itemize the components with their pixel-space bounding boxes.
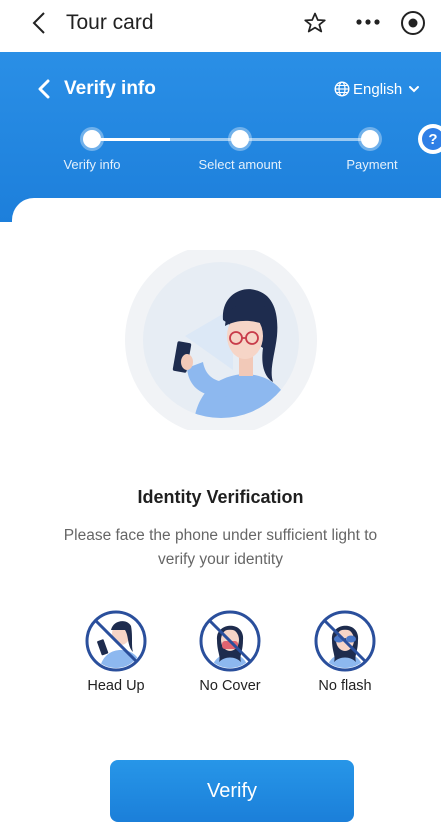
header-title: Verify info xyxy=(64,78,156,99)
face-scan-illustration xyxy=(125,250,317,430)
step-dot-verify-info xyxy=(83,130,101,148)
step-dot-payment xyxy=(361,130,379,148)
progress-track-done xyxy=(92,138,170,141)
verification-description: Please face the phone under sufficient l… xyxy=(63,527,378,568)
record-target-icon xyxy=(401,11,425,35)
tip-label-head-up: Head Up xyxy=(87,678,145,694)
help-button[interactable]: ? xyxy=(418,124,441,154)
favorite-button[interactable] xyxy=(300,8,330,38)
verify-button[interactable]: Verify xyxy=(110,760,354,822)
header-back-icon[interactable] xyxy=(37,79,51,99)
step-label-select-amount: Select amount xyxy=(198,157,282,172)
tip-label-no-flash: No flash xyxy=(318,678,372,694)
page-title: Tour card xyxy=(66,11,154,34)
no-head-down-icon xyxy=(85,610,147,672)
verification-tips: Head Up No Cover No flash xyxy=(0,610,441,710)
tip-label-no-cover: No Cover xyxy=(199,678,261,694)
close-miniapp-button[interactable] xyxy=(398,8,428,38)
globe-icon xyxy=(334,81,350,97)
progress-steps: Verify info Select amount Payment ? xyxy=(0,124,441,184)
chevron-left-icon xyxy=(32,12,45,34)
no-face-cover-icon xyxy=(199,610,261,672)
language-selector[interactable]: English xyxy=(334,77,420,101)
more-dots-icon xyxy=(356,19,380,25)
no-flash-glasses-icon xyxy=(314,610,376,672)
tip-no-flash: No flash xyxy=(290,610,400,694)
more-button[interactable] xyxy=(346,6,390,38)
step-dot-select-amount xyxy=(231,130,249,148)
step-label-verify-info: Verify info xyxy=(63,157,121,172)
help-icon: ? xyxy=(422,128,441,150)
verify-header: Verify info English Verify info Select a… xyxy=(0,52,441,222)
tip-head-up: Head Up xyxy=(61,610,171,694)
tip-no-cover: No Cover xyxy=(175,610,285,694)
verification-headline: Identity Verification xyxy=(137,487,304,507)
step-label-payment: Payment xyxy=(346,157,398,172)
tour-card-page: Tour card Verify info English Verify inf… xyxy=(0,0,441,822)
app-bar: Tour card xyxy=(0,0,441,46)
language-label: English xyxy=(353,80,403,98)
back-button[interactable] xyxy=(28,9,50,37)
chevron-down-icon xyxy=(409,86,420,93)
star-outline-icon xyxy=(304,12,326,33)
